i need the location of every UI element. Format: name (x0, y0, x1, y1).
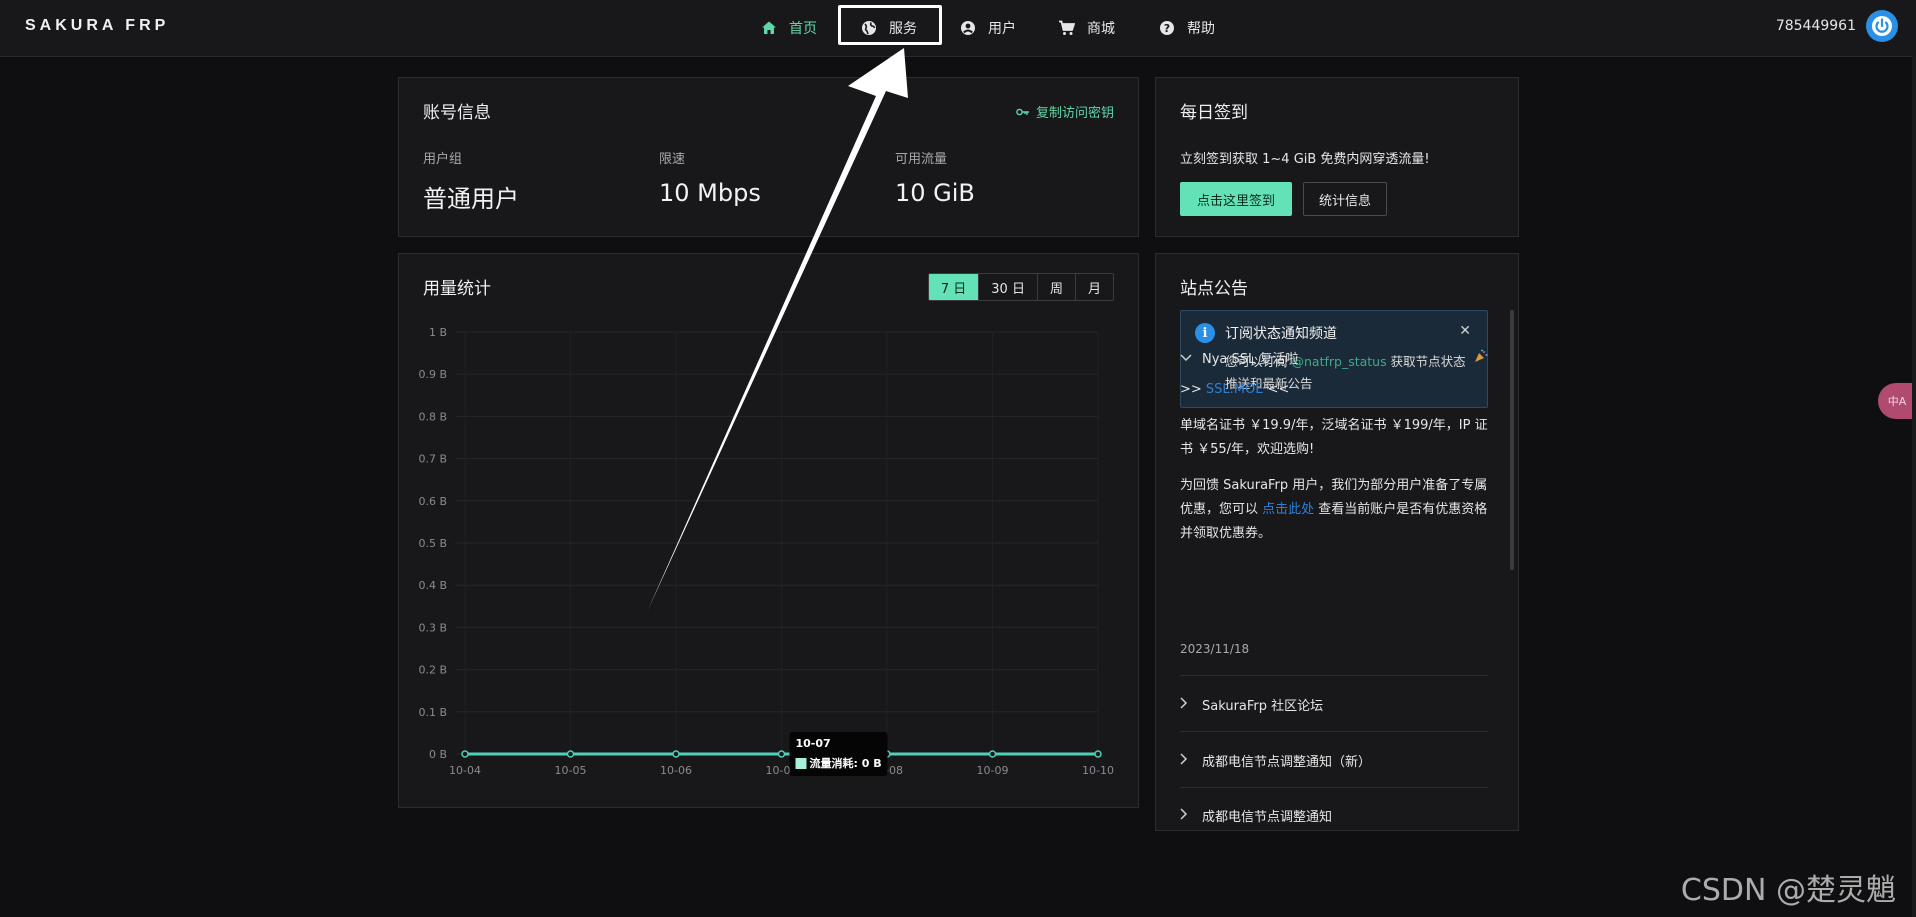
usage-line-chart: 0 B 0.1 B 0.2 B 0.3 B 0.4 B 0.5 B 0.6 B 0.7 B 0.… (418, 326, 1114, 777)
nav-label-home: 首页 (789, 21, 817, 37)
nav-item-shop[interactable]: 商城 (1058, 14, 1115, 42)
account-card-title: 账号信息 (423, 103, 491, 123)
notice-title: Nya SSL 复活啦 (1202, 352, 1299, 367)
cart-icon (1058, 20, 1075, 37)
y-tick-label: 0.7 B (418, 453, 447, 466)
account-info-card: 账号信息 复制访问密钥 用户组 普通用户 限速 10 Mbps 可用流量 10 … (398, 77, 1139, 237)
y-tick-label: 0.9 B (418, 368, 447, 381)
copy-key-label: 复制访问密钥 (1035, 106, 1114, 121)
home-icon (760, 20, 777, 37)
notices-card-title: 站点公告 (1180, 279, 1248, 299)
ssl-moe-link[interactable]: SSL.MOE (1206, 382, 1264, 397)
notice-chengdu-header[interactable]: 成都电信节点调整通知 (1180, 806, 1488, 825)
nav-item-user[interactable]: 用户 (959, 14, 1016, 42)
stats-button[interactable]: 统计信息 (1303, 182, 1387, 216)
avatar[interactable] (1866, 10, 1898, 42)
notice-ssl-line: >> SSL.MOE << (1180, 378, 1488, 402)
stat-value: 10 Mbps (659, 179, 761, 207)
y-tick-label: 0.8 B (418, 410, 447, 423)
divider (1180, 787, 1488, 788)
power-icon (1872, 16, 1892, 36)
click-here-link[interactable]: 点击此处 (1262, 502, 1314, 517)
y-tick-label: 0.6 B (418, 495, 447, 508)
nav-label-user: 用户 (988, 21, 1016, 37)
usage-stats-card: 用量统计 7 日 30 日 周 月 0 B 0.1 B 0.2 B 0.3 B 0.4 … (398, 253, 1139, 808)
services-highlight-box (838, 5, 942, 45)
top-navbar: SAKURA FRP 首页 服务 用户 商城 ? 帮助 785449961 (0, 0, 1916, 57)
data-point (1094, 750, 1102, 758)
checkin-description: 立刻签到获取 1~4 GiB 免费内网穿透流量! (1180, 152, 1430, 167)
x-tick-label: 10-06 (660, 764, 692, 777)
x-tick-label: 10-04 (449, 764, 481, 777)
info-icon: i (1195, 323, 1215, 343)
tooltip-date: 10-07 (796, 737, 831, 750)
help-icon: ? (1158, 20, 1175, 37)
x-tick-label: 10-05 (555, 764, 587, 777)
data-point (777, 750, 786, 758)
stat-label: 用户组 (423, 152, 463, 167)
watermark: CSDN @楚灵魈 (1680, 873, 1896, 908)
y-tick-label: 0.2 B (418, 664, 447, 677)
nav-label-help: 帮助 (1187, 21, 1215, 37)
notices-scrollbar[interactable] (1510, 310, 1514, 570)
notice-discount-paragraph: 为回馈 SakuraFrp 用户，我们为部分用户准备了专属优惠，您可以 点击此处… (1180, 474, 1488, 546)
page-scrollbar[interactable] (1912, 56, 1916, 917)
notice-date: 2023/11/18 (1180, 642, 1250, 656)
stat-label: 可用流量 (895, 152, 948, 167)
checkin-button[interactable]: 点击这里签到 (1180, 182, 1292, 216)
y-tick-label: 0.4 B (418, 579, 447, 592)
notice-price-paragraph: 单域名证书 ￥19.9/年，泛域名证书 ￥199/年，IP 证书 ￥55/年，欢… (1180, 418, 1488, 457)
svg-text:?: ? (1163, 22, 1169, 35)
y-tick-label: 1 B (429, 326, 447, 339)
key-icon (1016, 107, 1030, 117)
nav-label-shop: 商城 (1087, 21, 1115, 37)
data-point (566, 750, 575, 758)
notice-text: << (1263, 382, 1290, 397)
party-popper-icon (1474, 349, 1488, 367)
stat-value: 10 GiB (895, 179, 975, 207)
stat-label: 限速 (659, 152, 686, 167)
y-tick-label: 0 B (429, 748, 447, 761)
site-logo[interactable]: SAKURA FRP (25, 17, 169, 35)
copy-access-key-link[interactable]: 复制访问密钥 (1016, 102, 1114, 121)
data-point (461, 750, 469, 758)
divider (1180, 675, 1488, 676)
checkin-card-title: 每日签到 (1180, 103, 1248, 123)
chevron-down-icon (1180, 351, 1196, 365)
stat-user-group: 用户组 普通用户 (423, 148, 519, 214)
chevron-right-icon (1180, 697, 1196, 712)
notice-nya-ssl-header[interactable]: Nya SSL 复活啦 (1180, 348, 1488, 367)
y-tick-label: 0.5 B (418, 537, 447, 550)
stat-speed-limit: 限速 10 Mbps (659, 148, 761, 207)
nav-item-home[interactable]: 首页 (760, 14, 817, 42)
nav-item-help[interactable]: ? 帮助 (1158, 14, 1215, 42)
tooltip-swatch (795, 758, 807, 769)
notice-forum-header[interactable]: SakuraFrp 社区论坛 (1180, 695, 1488, 714)
alert-title: 订阅状态通知频道 (1225, 326, 1337, 342)
x-tick-label: 10-10 (1082, 764, 1114, 777)
user-icon (959, 20, 976, 37)
notice-chengdu-new-header[interactable]: 成都电信节点调整通知（新） (1180, 751, 1488, 770)
notice-title: 成都电信节点调整通知（新） (1202, 755, 1372, 770)
stat-value: 普通用户 (423, 185, 519, 213)
x-tick-label: 10-09 (977, 764, 1009, 777)
chevron-right-icon (1180, 808, 1196, 823)
notice-title: SakuraFrp 社区论坛 (1202, 699, 1324, 714)
data-point (672, 750, 680, 758)
data-point (988, 750, 997, 758)
chevron-right-icon (1180, 753, 1196, 768)
translate-widget[interactable]: 中A (1878, 383, 1916, 419)
y-tick-label: 0.1 B (418, 706, 447, 719)
notice-title: 成都电信节点调整通知 (1202, 810, 1333, 825)
y-tick-label: 0.3 B (418, 621, 447, 634)
stat-available-traffic: 可用流量 10 GiB (895, 148, 975, 207)
tooltip-value: 流量消耗: 0 B (810, 756, 882, 770)
divider (1180, 731, 1488, 732)
notice-text: >> (1180, 382, 1206, 397)
site-notices-card: 站点公告 i 订阅状态通知频道 ✕ 您可以订阅 @natfrp_status 获… (1155, 253, 1519, 831)
daily-checkin-card: 每日签到 立刻签到获取 1~4 GiB 免费内网穿透流量! 点击这里签到 统计信… (1155, 77, 1519, 237)
close-icon[interactable]: ✕ (1459, 323, 1471, 339)
user-id[interactable]: 785449961 (1776, 18, 1856, 34)
